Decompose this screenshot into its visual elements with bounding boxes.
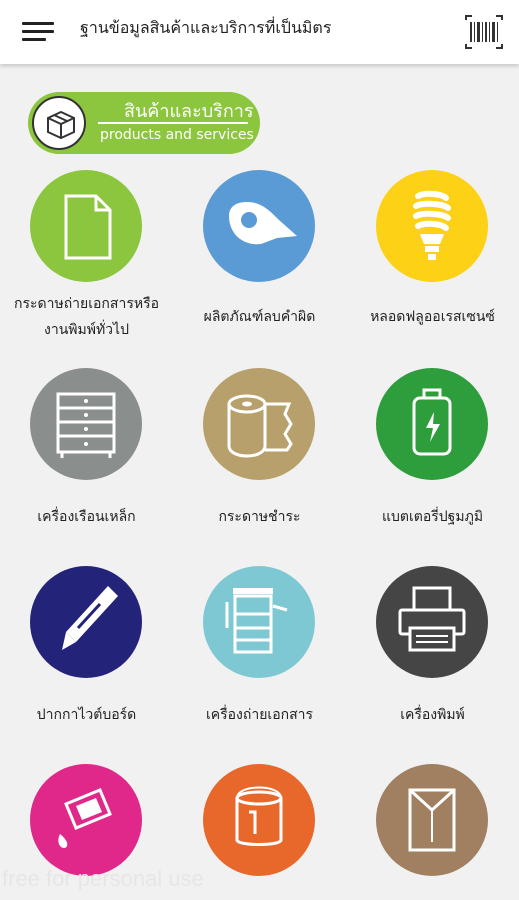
toilet-paper-icon: [227, 394, 293, 458]
document-icon: [64, 194, 112, 260]
category-icon-bg: [376, 368, 488, 480]
category-label: เครื่องถ่ายเอกสาร: [205, 707, 314, 723]
category-label: หลอดฟลูออเรสเซนซ์: [370, 309, 495, 325]
pen-icon: [62, 586, 118, 650]
barcode-scan-button[interactable]: [462, 14, 506, 50]
watermark: free for personal use: [2, 866, 204, 891]
battery-icon: [412, 388, 452, 456]
category-icon-bg: [376, 170, 488, 282]
envelope-icon: [408, 788, 456, 852]
category-icon-bg: [203, 764, 315, 876]
category-label: ผลิตภัณฑ์ลบคำผิด: [203, 309, 316, 325]
category-icon-bg: [30, 764, 142, 876]
correction-tape-icon: [229, 202, 297, 245]
printer-icon: [398, 586, 466, 652]
category-label: แบตเตอรี่ปฐมภูมิ: [381, 509, 484, 525]
category-icon-bg: [30, 170, 142, 282]
category-label: เครื่องเรือนเหล็ก: [37, 509, 136, 525]
category-label: เครื่องพิมพ์: [400, 707, 465, 723]
category-icon-bg: [376, 764, 488, 876]
page-title: ฐานข้อมูลสินค้าและบริการที่เป็นมิตร: [80, 18, 332, 37]
photocopier-icon: [225, 588, 288, 654]
category-icon-bg: [30, 566, 142, 678]
app-bar: ฐานข้อมูลสินค้าและบริการที่เป็นมิตร: [0, 0, 519, 64]
category-label: กระดาษชำระ: [218, 509, 301, 525]
category-icon-bg: [203, 170, 315, 282]
category-grid: กระดาษถ่ายเอกสารหรือ งานพิมพ์ทั่วไป ผลิต…: [0, 0, 519, 900]
category-icon-bg: [203, 566, 315, 678]
steel-cabinet-icon: [56, 392, 116, 458]
paint-can-icon: [235, 786, 283, 846]
paint-brush-icon: [58, 788, 112, 848]
menu-button[interactable]: [18, 18, 58, 46]
category-label: กระดาษถ่ายเอกสารหรือ: [14, 296, 159, 312]
category-icon-bg: [203, 368, 315, 480]
category-label: งานพิมพ์ทั่วไป: [44, 322, 129, 338]
category-label: ปากกาไวต์บอร์ด: [36, 707, 137, 723]
category-icon-bg: [376, 566, 488, 678]
barcode-scan-icon: [465, 15, 503, 49]
cfl-bulb-icon: [413, 190, 451, 260]
hamburger-menu-icon: [22, 22, 54, 25]
category-icon-bg: [30, 368, 142, 480]
